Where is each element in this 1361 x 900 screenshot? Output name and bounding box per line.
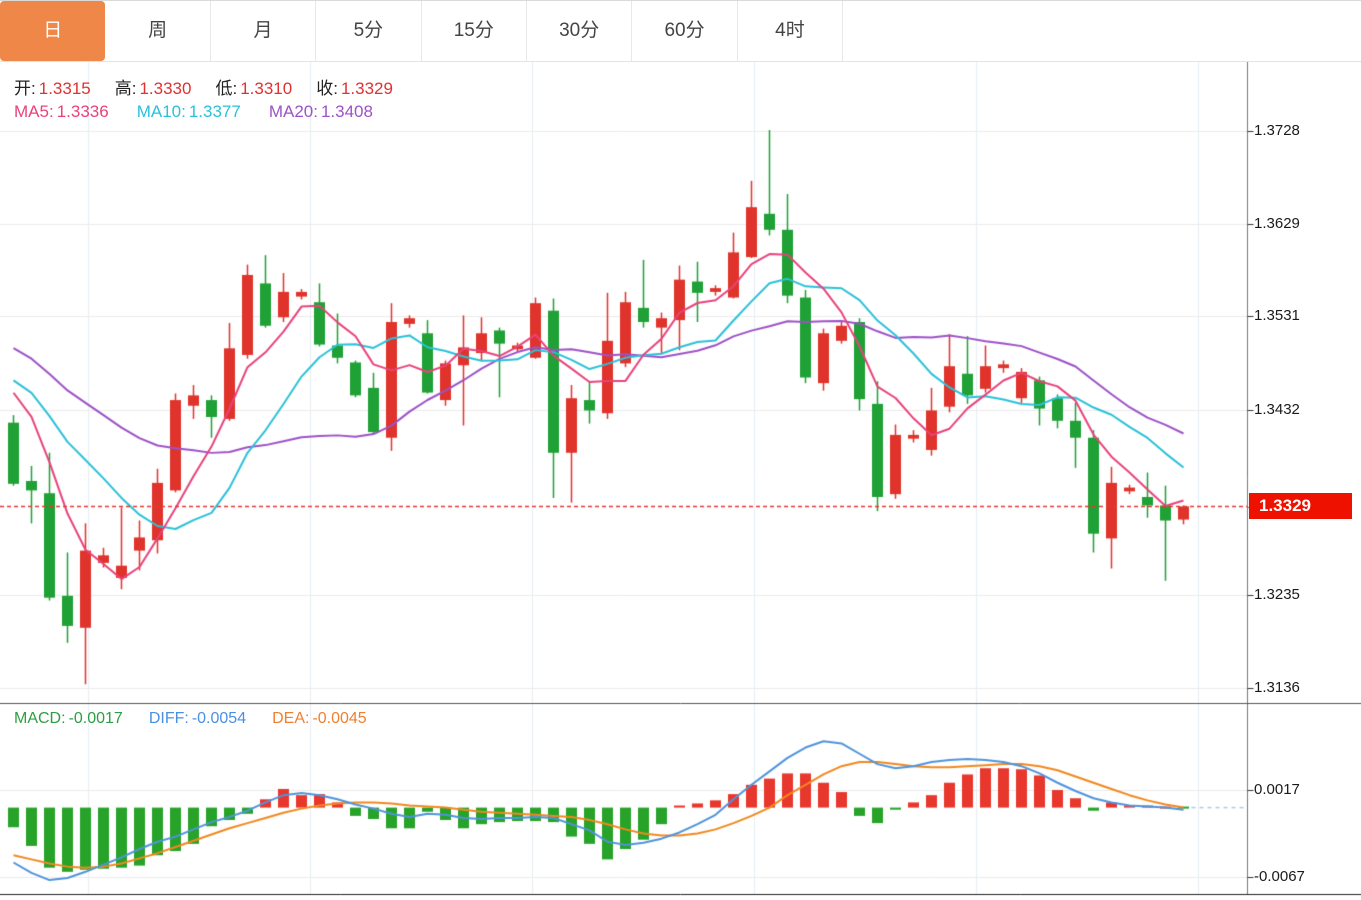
- tab-日[interactable]: 日: [0, 1, 105, 61]
- axis-tick-label: 0.0017: [1254, 781, 1300, 798]
- axis-tick-label: 1.3136: [1254, 679, 1300, 696]
- axis-tick-label: -0.0067: [1254, 868, 1305, 885]
- axis-tick-label: 1.3728: [1254, 122, 1300, 139]
- axis-tick-label: 1.3235: [1254, 586, 1300, 603]
- tab-15分[interactable]: 15分: [422, 1, 527, 61]
- current-price-flag: 1.3329: [1249, 493, 1352, 519]
- axis-tick-label: 1.3629: [1254, 215, 1300, 232]
- tab-月[interactable]: 月: [211, 1, 316, 61]
- period-tab-bar: 日周月5分15分30分60分4时: [0, 0, 1361, 62]
- tab-4时[interactable]: 4时: [738, 1, 843, 61]
- tab-周[interactable]: 周: [105, 1, 210, 61]
- trading-chart-app: 日周月5分15分30分60分4时 开:1.3315高:1.3330低:1.331…: [0, 0, 1361, 900]
- axis-tick-label: 1.3432: [1254, 401, 1300, 418]
- current-price-value: 1.3329: [1259, 496, 1311, 515]
- tab-60分[interactable]: 60分: [632, 1, 737, 61]
- tab-30分[interactable]: 30分: [527, 1, 632, 61]
- tab-5分[interactable]: 5分: [316, 1, 421, 61]
- candlestick-macd-chart-canvas[interactable]: [0, 0, 1361, 900]
- axis-tick-label: 1.3531: [1254, 307, 1300, 324]
